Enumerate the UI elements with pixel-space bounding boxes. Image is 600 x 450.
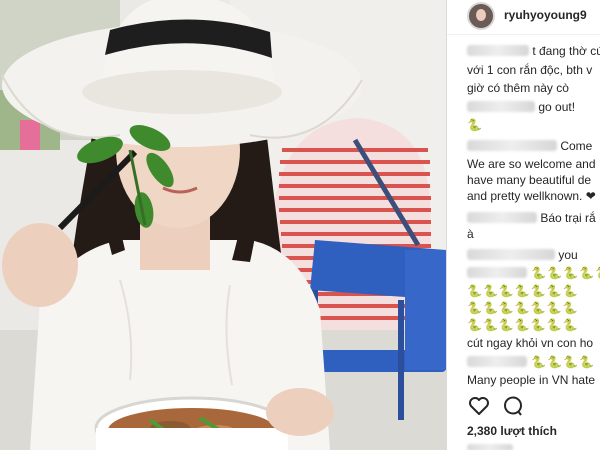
redacted-username[interactable] xyxy=(467,140,557,151)
comment-header: Come xyxy=(467,139,600,154)
post-photo[interactable] xyxy=(0,0,446,450)
redacted-username xyxy=(467,45,529,56)
caption-line: với 1 con rắn độc, bth v xyxy=(467,63,593,77)
avatar[interactable] xyxy=(467,2,495,30)
photo-scene xyxy=(0,0,446,450)
snake-emoji-row: 🐍🐍🐍🐍🐍🐍🐍 xyxy=(467,284,579,298)
post-header: ryuhyoyoung9 xyxy=(447,0,600,35)
pho-bowl xyxy=(94,396,290,450)
username-link[interactable]: ryuhyoyoung9 xyxy=(504,8,587,22)
caption-line: go out! xyxy=(467,100,600,115)
comment-text: cút ngay khỏi vn con ho xyxy=(467,336,594,350)
snake-emoji-row: 🐍🐍🐍🐍🐍🐍🐍 xyxy=(467,301,579,315)
comment-text: Many people in VN hate xyxy=(467,373,596,387)
caption-line: giờ có thêm này cò xyxy=(467,81,569,95)
comment-text: have many beautiful de xyxy=(467,173,592,187)
post-actions xyxy=(467,394,597,418)
redacted-username xyxy=(467,101,535,112)
like-count[interactable]: 2,380 lượt thích xyxy=(467,424,557,438)
heart-icon[interactable] xyxy=(467,394,491,418)
post-date xyxy=(467,443,513,450)
comment-text: and pretty wellknown. ❤ xyxy=(467,189,596,203)
post-side-panel: ryuhyoyoung9 t đang thờ cứ với 1 con rắn… xyxy=(446,0,600,450)
snake-emoji: 🐍 xyxy=(467,118,483,132)
comment-text: We are so welcome and xyxy=(467,157,596,171)
comment-text: à xyxy=(467,227,474,241)
redacted-date xyxy=(467,444,513,450)
redacted-username[interactable] xyxy=(467,356,527,367)
redacted-username[interactable] xyxy=(467,249,555,260)
snake-emoji-row: 🐍🐍🐍🐍 xyxy=(467,355,600,370)
caption-line: t đang thờ cứ xyxy=(467,44,600,59)
snake-emoji-row: 🐍🐍🐍🐍🐍🐍🐍 xyxy=(467,318,579,332)
comment-icon[interactable] xyxy=(501,394,525,418)
comment-header: Báo trại rắ xyxy=(467,211,600,226)
redacted-username[interactable] xyxy=(467,212,537,223)
comment-header: you xyxy=(467,248,600,263)
snake-emoji-row: 🐍🐍🐍🐍🐍 xyxy=(467,266,600,281)
redacted-text xyxy=(467,267,527,278)
